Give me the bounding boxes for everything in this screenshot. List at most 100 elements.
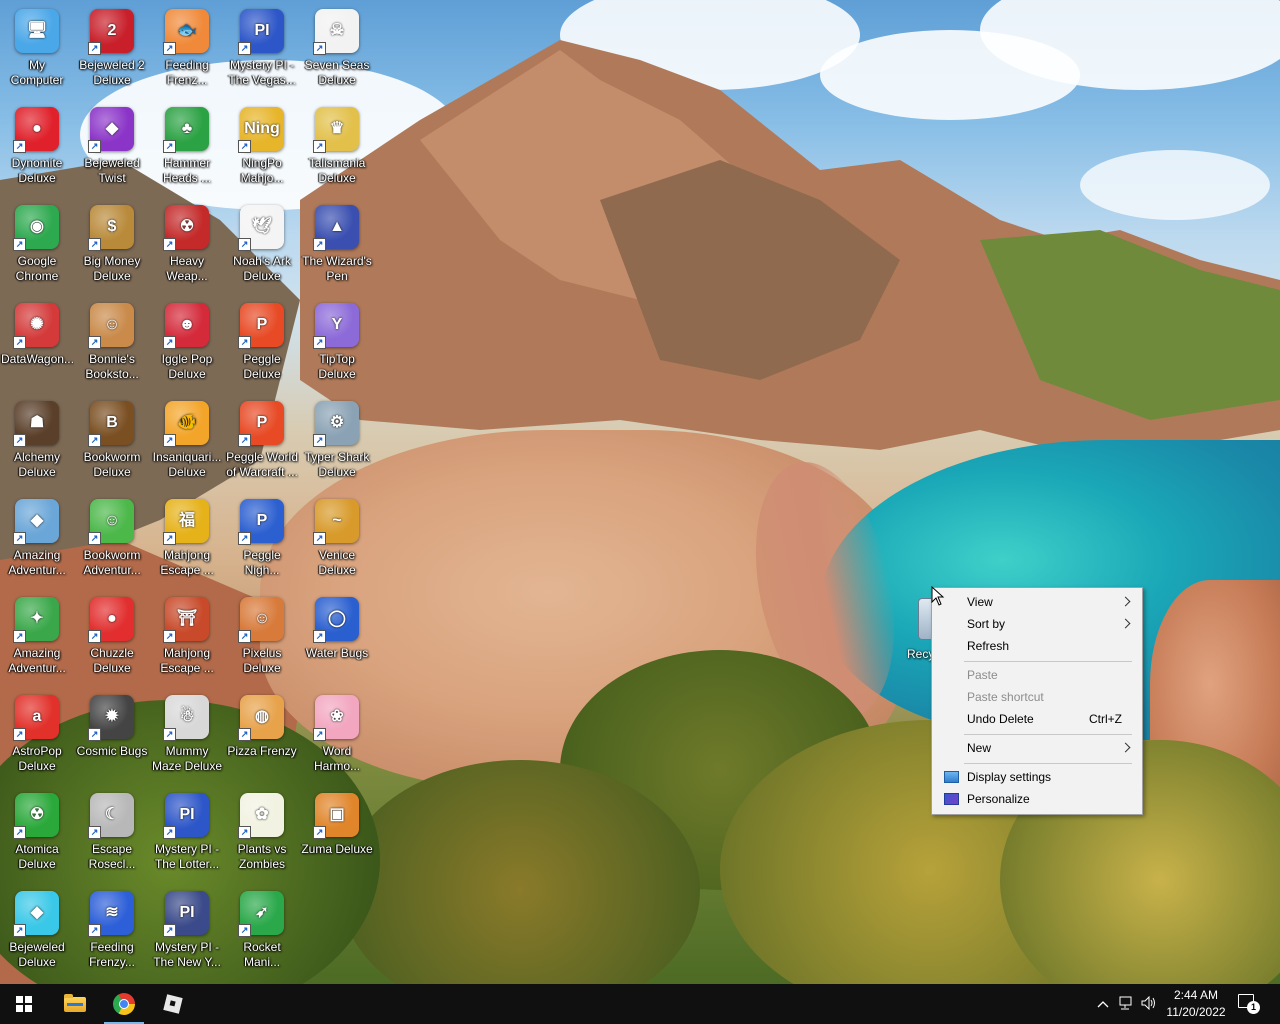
personalize-icon: [944, 793, 959, 805]
shortcut-arrow-icon: ↗: [313, 434, 326, 447]
app-icon: ☢ ↗: [163, 205, 209, 251]
desktop-icon[interactable]: ☢ ↗ Atomica Deluxe: [0, 784, 74, 880]
app-icon: ☗ ↗: [13, 401, 59, 447]
desktop-icon[interactable]: Y ↗ TipTop Deluxe: [300, 294, 374, 390]
desktop-icon-label: Bookworm Adventur...: [83, 548, 141, 577]
app-icon: 🖥: [15, 9, 59, 53]
desktop-icon[interactable]: ☻ ↗ Iggle Pop Deluxe: [150, 294, 224, 390]
chevron-up-icon[interactable]: [1095, 996, 1111, 1012]
menu-item-refresh[interactable]: Refresh: [934, 635, 1140, 657]
desktop-icon-label: Mystery PI - The Vegas...: [228, 58, 296, 87]
app-icon: ♣ ↗: [163, 107, 209, 153]
desktop-icon-label: Mahjong Escape ...: [160, 548, 214, 577]
menu-item-label: Undo Delete: [967, 712, 1034, 726]
desktop-icon[interactable]: ◆ ↗ Bejeweled Twist: [75, 98, 149, 194]
desktop-icon-label: Cosmic Bugs: [76, 744, 148, 758]
roblox-icon: [163, 994, 183, 1014]
app-icon: Ning ↗: [238, 107, 284, 153]
menu-item-personalize[interactable]: Personalize: [934, 788, 1140, 810]
desktop-icon[interactable]: ☺ ↗ Pixelus Deluxe: [225, 588, 299, 684]
desktop-icon[interactable]: ❀ ↗ Word Harmo...: [300, 686, 374, 782]
shortcut-arrow-icon: ↗: [88, 42, 101, 55]
windows-logo-icon: [16, 996, 32, 1012]
desktop-icon[interactable]: $ ↗ Big Money Deluxe: [75, 196, 149, 292]
menu-item-display-settings[interactable]: Display settings: [934, 766, 1140, 788]
network-icon[interactable]: [1118, 996, 1134, 1012]
app-icon: ◆ ↗: [88, 107, 134, 153]
app-icon: ✹ ↗: [88, 695, 134, 741]
desktop-icon[interactable]: ☗ ↗ Alchemy Deluxe: [0, 392, 74, 488]
taskbar: 2:44 AM 11/20/2022 1: [0, 984, 1280, 1024]
taskbar-clock[interactable]: 2:44 AM 11/20/2022: [1160, 987, 1232, 1021]
desktop-icon[interactable]: ● ↗ Dynomite Deluxe: [0, 98, 74, 194]
desktop-icon[interactable]: ▲ ↗ The Wizard's Pen: [300, 196, 374, 292]
desktop-icon[interactable]: ◯ ↗ Water Bugs: [300, 588, 374, 684]
desktop-icon[interactable]: ⚙ ↗ Typer Shark Deluxe: [300, 392, 374, 488]
shortcut-arrow-icon: ↗: [13, 532, 26, 545]
shortcut-arrow-icon: ↗: [88, 532, 101, 545]
desktop-icon[interactable]: ☾ ↗ Escape Rosecl...: [75, 784, 149, 880]
desktop-icon[interactable]: ☺ ↗ Bookworm Adventur...: [75, 490, 149, 586]
app-icon: ≋ ↗: [88, 891, 134, 937]
desktop-icon[interactable]: ☢ ↗ Heavy Weap...: [150, 196, 224, 292]
file-explorer-button[interactable]: [50, 984, 98, 1024]
chrome-icon: [113, 993, 135, 1015]
desktop-icon-label: Amazing Adventur...: [8, 548, 66, 577]
roblox-taskbar-button[interactable]: [149, 984, 197, 1024]
app-icon: P ↗: [238, 499, 284, 545]
desktop-icon[interactable]: PI ↗ Mystery PI - The New Y...: [150, 882, 224, 978]
app-icon: ⚙ ↗: [313, 401, 359, 447]
shortcut-arrow-icon: ↗: [163, 140, 176, 153]
desktop-icon[interactable]: ☠ ↗ Seven Seas Deluxe: [300, 0, 374, 96]
app-icon: ▣ ↗: [313, 793, 359, 839]
app-icon: 🕊 ↗: [238, 205, 284, 251]
desktop-icon[interactable]: PI ↗ Mystery PI - The Vegas...: [225, 0, 299, 96]
desktop-icon-label: Word Harmo...: [313, 744, 360, 773]
app-icon: B ↗: [88, 401, 134, 447]
menu-item-sort-by[interactable]: Sort by: [934, 613, 1140, 635]
shortcut-arrow-icon: ↗: [238, 630, 251, 643]
desktop-icon[interactable]: ♣ ↗ Hammer Heads ...: [150, 98, 224, 194]
desktop-icon[interactable]: ➶ ↗ Rocket Mani...: [225, 882, 299, 978]
desktop-icon[interactable]: ✿ ↗ Plants vs Zombies: [225, 784, 299, 880]
desktop-icon[interactable]: ◉ ↗ Google Chrome: [0, 196, 74, 292]
desktop-icon[interactable]: ⛩ ↗ Mahjong Escape ...: [150, 588, 224, 684]
desktop-icon[interactable]: ~ ↗ Venice Deluxe: [300, 490, 374, 586]
desktop-icon[interactable]: ◍ ↗ Pizza Frenzy: [225, 686, 299, 782]
desktop-icon[interactable]: 福 ↗ Mahjong Escape ...: [150, 490, 224, 586]
desktop-icon[interactable]: 2 ↗ Bejeweled 2 Deluxe: [75, 0, 149, 96]
menu-item-paste-shortcut[interactable]: Paste shortcut: [934, 686, 1140, 708]
desktop-icon[interactable]: ◆ ↗ Bejeweled Deluxe: [0, 882, 74, 978]
desktop-icon[interactable]: ☺ ↗ Bonnie's Booksto...: [75, 294, 149, 390]
desktop-icon[interactable]: a ↗ AstroPop Deluxe: [0, 686, 74, 782]
desktop-icon[interactable]: PI ↗ Mystery PI - The Lotter...: [150, 784, 224, 880]
desktop-icon[interactable]: 🐟 ↗ Feeding Frenz...: [150, 0, 224, 96]
menu-item-paste[interactable]: Paste: [934, 664, 1140, 686]
desktop-icon-label: Amazing Adventur...: [8, 646, 66, 675]
desktop-icon[interactable]: ≋ ↗ Feeding Frenzy...: [75, 882, 149, 978]
desktop-icon[interactable]: 🕊 ↗ Noah's Ark Deluxe: [225, 196, 299, 292]
desktop-icon[interactable]: 🖥 My Computer: [0, 0, 74, 96]
start-button[interactable]: [0, 984, 48, 1024]
desktop-icon[interactable]: ✦ ↗ Amazing Adventur...: [0, 588, 74, 684]
desktop-icon[interactable]: B ↗ Bookworm Deluxe: [75, 392, 149, 488]
desktop-icon[interactable]: ♛ ↗ Talismania Deluxe: [300, 98, 374, 194]
desktop-icon[interactable]: ● ↗ Chuzzle Deluxe: [75, 588, 149, 684]
desktop-icon[interactable]: P ↗ Peggle Deluxe: [225, 294, 299, 390]
desktop-icon-label: Big Money Deluxe: [83, 254, 141, 283]
menu-item-new[interactable]: New: [934, 737, 1140, 759]
desktop-icon[interactable]: ✺ ↗ DataWagon...: [0, 294, 74, 390]
desktop-icon[interactable]: ▣ ↗ Zuma Deluxe: [300, 784, 374, 880]
desktop-icon[interactable]: P ↗ Peggle Nigh...: [225, 490, 299, 586]
desktop-icon[interactable]: ◆ ↗ Amazing Adventur...: [0, 490, 74, 586]
volume-icon[interactable]: [1141, 995, 1157, 1012]
chrome-taskbar-button[interactable]: [100, 984, 148, 1024]
desktop-icon[interactable]: ☃ ↗ Mummy Maze Deluxe: [150, 686, 224, 782]
menu-item-view[interactable]: View: [934, 591, 1140, 613]
desktop-icon[interactable]: 🐠 ↗ Insaniquari... Deluxe: [150, 392, 224, 488]
desktop-icon[interactable]: Ning ↗ NingPo Mahjo...: [225, 98, 299, 194]
desktop-icon[interactable]: ✹ ↗ Cosmic Bugs: [75, 686, 149, 782]
shortcut-arrow-icon: ↗: [238, 238, 251, 251]
desktop-icon[interactable]: P ↗ Peggle World of Warcraft ...: [225, 392, 299, 488]
menu-item-undo-delete[interactable]: Undo Delete Ctrl+Z: [934, 708, 1140, 730]
